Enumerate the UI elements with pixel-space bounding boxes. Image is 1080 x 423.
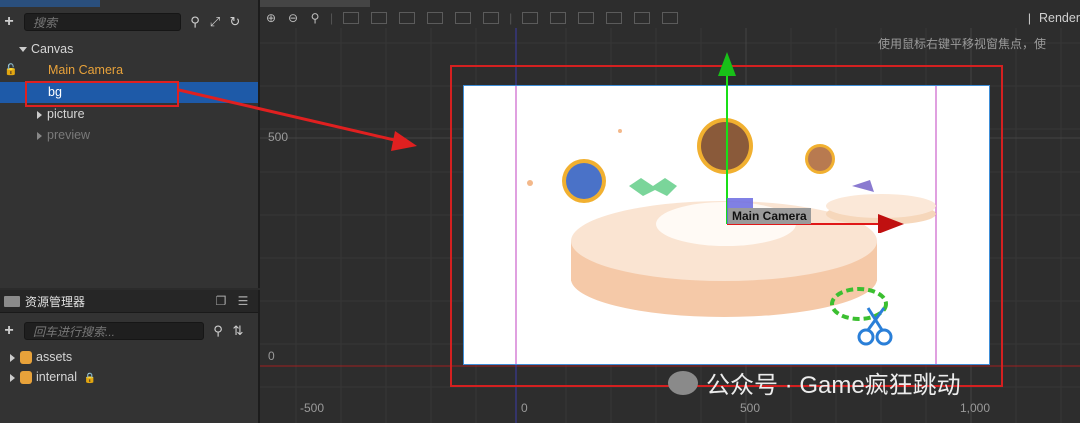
distribute-bottom-icon[interactable] [578,12,595,24]
tree-item-canvas[interactable]: Canvas [0,39,258,60]
zoom-out-icon[interactable]: ⊖ [282,11,304,25]
assets-toolbar: + 回车进行搜索... ⚲ ⇅ [0,318,258,344]
x-axis-label: 500 [740,401,761,415]
asset-item-label: internal [36,370,77,384]
distribute-left-icon[interactable] [606,12,623,24]
scene-toolbar: ⊕ ⊖ ⚲ | | | Render [260,8,1080,28]
tree-item-label: picture [47,107,85,121]
y-axis-label: 0 [268,349,275,363]
refresh-icon[interactable]: ↻ [225,14,245,30]
annotation-highlight-box [25,81,179,107]
expand-arrow-icon[interactable] [37,131,42,140]
add-asset-icon[interactable]: + [0,322,18,340]
tree-item-label: Main Camera [48,63,124,77]
database-icon [20,371,32,385]
add-node-icon[interactable]: + [0,13,18,31]
collapse-icon[interactable]: ⤢ [205,14,225,30]
expand-arrow-icon[interactable] [10,373,15,382]
hierarchy-search-input[interactable]: 搜索 [24,13,181,31]
x-axis-label: 0 [521,401,528,415]
hierarchy-tab[interactable] [0,0,100,7]
search-icon[interactable]: ⚲ [208,323,228,339]
asset-item-internal[interactable]: internal 🔒 [0,367,258,388]
sort-icon[interactable]: ⇅ [228,323,248,339]
folder-icon [4,295,20,307]
align-right-icon[interactable] [483,12,500,24]
toolbar-divider: | [1027,11,1031,25]
assets-panel-header: 资源管理器 ❐ ☰ [0,290,258,313]
toolbar-divider: | [330,11,334,25]
tree-item-main-camera[interactable]: 🔓 Main Camera [0,60,258,81]
scene-tab[interactable] [260,0,370,7]
x-axis-label: -500 [300,401,325,415]
align-vcenter-icon[interactable] [371,12,388,24]
lock-icon[interactable]: 🔓 [4,60,18,81]
maximize-icon[interactable]: ❐ [210,294,232,308]
assets-panel-title: 资源管理器 [25,294,86,309]
align-bottom-icon[interactable] [399,12,416,24]
expand-arrow-icon[interactable] [19,47,27,53]
tree-item-label: Canvas [31,42,74,56]
wechat-icon [668,370,698,395]
render-mode-dropdown[interactable]: Render [1039,11,1080,25]
annotation-arrow [178,88,417,151]
watermark: 公众号 · Game疯狂跳动 [668,365,961,400]
align-hcenter-icon[interactable] [455,12,472,24]
zoom-reset-icon[interactable]: ⚲ [304,11,326,25]
tree-item-label: preview [47,128,91,142]
asset-item-label: assets [36,350,73,364]
menu-icon[interactable]: ☰ [232,294,254,308]
align-top-icon[interactable] [343,12,360,24]
watermark-text: 公众号 · Game疯狂跳动 [706,372,961,399]
distribute-right-icon[interactable] [662,12,679,24]
expand-arrow-icon[interactable] [37,110,42,119]
zoom-in-icon[interactable]: ⊕ [260,11,282,25]
expand-arrow-icon[interactable] [10,353,15,362]
main-camera-label: Main Camera [728,208,811,224]
distribute-hcenter-icon[interactable] [634,12,651,24]
distribute-vcenter-icon[interactable] [550,12,567,24]
lock-icon: 🔒 [83,373,96,384]
search-icon[interactable]: ⚲ [185,14,205,30]
align-left-icon[interactable] [427,12,444,24]
assets-search-input[interactable]: 回车进行搜索... [24,322,204,340]
database-icon [20,351,32,365]
toolbar-divider: | [509,11,513,25]
x-axis-label: 1,000 [960,401,991,415]
scene-panel: ⊕ ⊖ ⚲ | | | Render 使用鼠标右键平移视窗焦点，使 500 0 … [260,0,1080,423]
transform-gizmo[interactable] [700,48,910,233]
asset-item-assets[interactable]: assets [0,347,258,368]
distribute-top-icon[interactable] [522,12,539,24]
assets-panel: 资源管理器 ❐ ☰ + 回车进行搜索... ⚲ ⇅ assets interna… [0,290,260,423]
hierarchy-toolbar: + 搜索 ⚲ ⤢ ↻ [0,9,258,35]
